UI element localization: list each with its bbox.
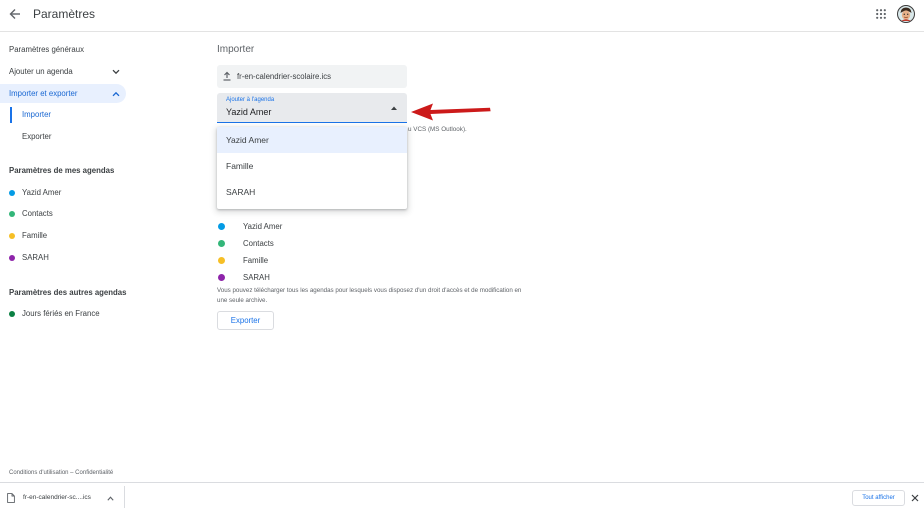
calendar-label: SARAH: [243, 273, 270, 282]
export-description: Vous pouvez télécharger tous les agendas…: [217, 287, 522, 294]
sidebar-heading-other-calendars: Paramètres des autres agendas: [0, 284, 126, 302]
calendar-label: SARAH: [22, 253, 49, 262]
calendar-label: Contacts: [243, 239, 274, 248]
sidebar-item-label: Exporter: [22, 132, 52, 141]
calendar-color-dot: [217, 274, 225, 281]
calendar-color-dot: [9, 233, 15, 239]
sidebar-heading-my-calendars: Paramètres de mes agendas: [0, 162, 126, 180]
calendar-color-dot: [9, 311, 15, 317]
select-value: Yazid Amer: [226, 107, 272, 117]
back-arrow-icon[interactable]: [9, 8, 21, 20]
dropdown-option[interactable]: Yazid Amer: [217, 127, 407, 153]
downloads-bar: fr-en-calendrier-sc....ics Tout afficher: [0, 482, 924, 509]
apps-grid-icon[interactable]: [876, 9, 886, 19]
export-description: une seule archive.: [217, 297, 268, 304]
chevron-up-icon[interactable]: [107, 495, 114, 501]
selected-file-name: fr-en-calendrier-scolaire.ics: [237, 72, 332, 81]
sidebar-calendar-item[interactable]: Contacts: [0, 205, 126, 223]
export-calendar-item[interactable]: SARAH: [217, 269, 417, 286]
sidebar-calendar-item[interactable]: Famille: [0, 227, 126, 245]
calendar-label: Contacts: [22, 209, 53, 218]
calendar-label: Yazid Amer: [243, 222, 283, 231]
export-calendar-item[interactable]: Contacts: [217, 235, 417, 252]
sidebar-item-general[interactable]: Paramètres généraux: [0, 41, 126, 59]
sidebar-item-label: Paramètres généraux: [9, 45, 84, 54]
sidebar-item-label: Importer et exporter: [9, 89, 78, 98]
sidebar-item-label: Importer: [22, 110, 52, 119]
calendar-color-dot: [217, 257, 225, 264]
download-file-name: fr-en-calendrier-sc....ics: [23, 494, 91, 501]
show-all-downloads-button[interactable]: Tout afficher: [852, 490, 905, 506]
calendar-color-dot: [9, 211, 15, 217]
calendar-color-dot: [217, 240, 225, 247]
terms-privacy-links[interactable]: Conditions d'utilisation – Confidentiali…: [9, 469, 113, 477]
calendar-dropdown-menu: Yazid Amer Famille SARAH: [217, 127, 407, 209]
sidebar-item-add-calendar[interactable]: Ajouter un agenda: [0, 63, 126, 81]
export-calendar-item[interactable]: Yazid Amer: [217, 218, 417, 235]
calendar-color-dot: [9, 255, 15, 261]
chevron-down-icon: [112, 69, 120, 75]
export-button[interactable]: Exporter: [217, 311, 274, 330]
calendar-color-dot: [9, 190, 15, 196]
export-calendar-item[interactable]: Famille: [217, 252, 417, 269]
avatar[interactable]: [897, 5, 915, 23]
sidebar-heading-label: Paramètres des autres agendas: [9, 288, 127, 297]
chevron-up-icon: [112, 91, 120, 97]
divider: [124, 486, 125, 508]
sidebar-item-label: Ajouter un agenda: [9, 67, 73, 76]
file-chooser[interactable]: fr-en-calendrier-scolaire.ics: [217, 65, 407, 88]
triangle-up-icon: [391, 106, 397, 110]
active-indicator: [10, 107, 12, 123]
page-title: Paramètres: [33, 7, 96, 21]
close-icon[interactable]: [911, 494, 919, 502]
dropdown-option[interactable]: Famille: [217, 153, 407, 179]
import-heading: Importer: [217, 44, 255, 55]
file-icon: [7, 493, 15, 503]
calendar-label: Famille: [243, 256, 269, 265]
import-format-hint: u VCS (MS Outlook).: [408, 126, 467, 133]
sidebar-calendar-item[interactable]: Yazid Amer: [0, 184, 126, 202]
sidebar-heading-label: Paramètres de mes agendas: [9, 166, 115, 175]
sidebar-item-import-export[interactable]: Importer et exporter: [0, 84, 126, 103]
download-item[interactable]: fr-en-calendrier-sc....ics: [0, 483, 124, 509]
calendar-label: Famille: [22, 231, 48, 240]
select-label: Ajouter à l'agenda: [226, 97, 275, 103]
sidebar-subitem-import[interactable]: Importer: [0, 106, 126, 124]
target-calendar-select[interactable]: Ajouter à l'agenda Yazid Amer: [217, 93, 407, 123]
calendar-label: Jours fériés en France: [22, 309, 100, 318]
dropdown-option[interactable]: SARAH: [217, 179, 407, 205]
calendar-color-dot: [217, 223, 225, 230]
upload-icon: [222, 71, 232, 81]
calendar-label: Yazid Amer: [22, 188, 62, 197]
top-bar: Paramètres: [0, 0, 924, 32]
sidebar-calendar-item[interactable]: SARAH: [0, 249, 126, 267]
sidebar-calendar-item[interactable]: Jours fériés en France: [0, 305, 126, 323]
red-arrow-annotation: [411, 103, 491, 121]
sidebar-subitem-export[interactable]: Exporter: [0, 128, 126, 146]
